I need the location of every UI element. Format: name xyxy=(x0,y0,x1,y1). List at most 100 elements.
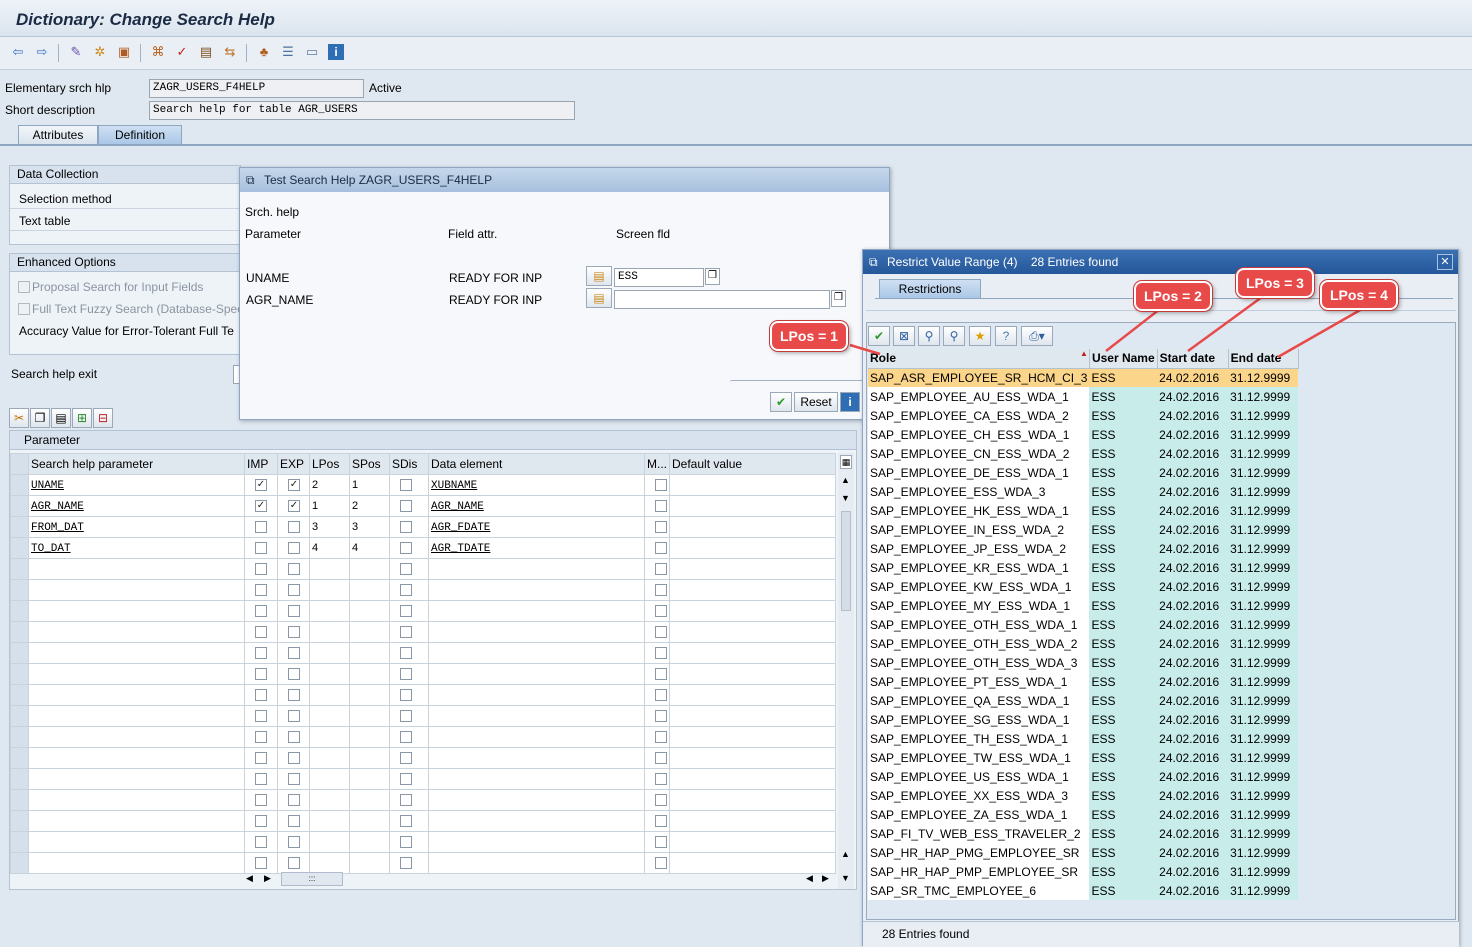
parameter-name-cell[interactable] xyxy=(28,852,245,874)
imp-checkbox[interactable] xyxy=(255,668,267,680)
lpos-cell[interactable] xyxy=(309,726,350,748)
m-checkbox[interactable] xyxy=(655,626,667,638)
agr-name-expand-icon[interactable]: ❐ xyxy=(831,290,846,307)
user-name-cell[interactable]: ESS xyxy=(1089,368,1158,387)
spos-cell[interactable]: 4 xyxy=(349,537,390,559)
sdis-checkbox[interactable] xyxy=(400,542,412,554)
start-date-cell[interactable]: 24.02.2016 xyxy=(1157,577,1229,596)
m-checkbox[interactable] xyxy=(655,815,667,827)
start-date-cell[interactable]: 24.02.2016 xyxy=(1157,463,1229,482)
result-row[interactable]: SAP_EMPLOYEE_OTH_ESS_WDA_2 ESS 24.02.2016 3… xyxy=(868,634,1299,653)
col-m[interactable]: M... xyxy=(644,453,670,475)
user-name-cell[interactable]: ESS xyxy=(1089,501,1158,520)
result-row[interactable]: SAP_EMPLOYEE_JP_ESS_WDA_2 ESS 24.02.2016 31… xyxy=(868,539,1299,558)
parameter-name-cell[interactable] xyxy=(28,768,245,790)
col-default-value[interactable]: Default value xyxy=(669,453,836,475)
spos-cell[interactable] xyxy=(349,600,390,622)
sdis-checkbox[interactable] xyxy=(400,689,412,701)
row-selector[interactable] xyxy=(10,621,29,643)
user-name-cell[interactable]: ESS xyxy=(1089,653,1158,672)
start-date-cell[interactable]: 24.02.2016 xyxy=(1157,824,1229,843)
data-element-cell[interactable] xyxy=(428,810,645,832)
default-value-cell[interactable] xyxy=(669,537,836,559)
exp-checkbox[interactable] xyxy=(288,584,300,596)
uname-value-help-icon[interactable]: ▤ xyxy=(586,266,612,286)
default-value-cell[interactable] xyxy=(669,600,836,622)
m-checkbox[interactable] xyxy=(655,794,667,806)
role-cell[interactable]: SAP_EMPLOYEE_AU_ESS_WDA_1 xyxy=(868,387,1090,406)
role-cell[interactable]: SAP_EMPLOYEE_OTH_ESS_WDA_2 xyxy=(868,634,1090,653)
exp-checkbox[interactable]: ✓ xyxy=(288,500,300,512)
lpos-cell[interactable] xyxy=(309,705,350,727)
sdis-checkbox[interactable] xyxy=(400,668,412,680)
user-name-cell[interactable]: ESS xyxy=(1089,634,1158,653)
user-name-cell[interactable]: ESS xyxy=(1089,862,1158,881)
sdis-checkbox[interactable] xyxy=(400,626,412,638)
end-date-cell[interactable]: 31.12.9999 xyxy=(1228,463,1299,482)
data-element-cell[interactable]: AGR_TDATE xyxy=(428,537,645,559)
sdis-checkbox[interactable] xyxy=(400,836,412,848)
start-date-cell[interactable]: 24.02.2016 xyxy=(1157,387,1229,406)
scroll-up-page-icon[interactable]: ▼ xyxy=(841,493,850,503)
horizontal-scroll-thumb[interactable]: ::: xyxy=(281,872,343,886)
scroll-right-icon[interactable]: ▶ xyxy=(264,873,271,884)
short-description-field[interactable]: Search help for table AGR_USERS xyxy=(149,101,575,120)
imp-checkbox[interactable] xyxy=(255,794,267,806)
sdis-checkbox[interactable] xyxy=(400,773,412,785)
tab-attributes[interactable]: Attributes xyxy=(18,125,98,145)
parameter-name[interactable]: FROM_DAT xyxy=(31,522,84,534)
data-element[interactable]: XUBNAME xyxy=(431,480,477,492)
imp-checkbox[interactable]: ✓ xyxy=(255,479,267,491)
end-date-cell[interactable]: 31.12.9999 xyxy=(1228,368,1299,387)
lpos-cell[interactable] xyxy=(309,663,350,685)
role-cell[interactable]: SAP_EMPLOYEE_CA_ESS_WDA_2 xyxy=(868,406,1090,425)
exp-checkbox[interactable] xyxy=(288,752,300,764)
row-selector[interactable] xyxy=(10,726,29,748)
parameter-name-cell[interactable] xyxy=(28,663,245,685)
spos-cell[interactable] xyxy=(349,684,390,706)
default-value-cell[interactable] xyxy=(669,516,836,538)
end-date-cell[interactable]: 31.12.9999 xyxy=(1228,824,1299,843)
parameter-name-cell[interactable] xyxy=(28,810,245,832)
end-date-cell[interactable]: 31.12.9999 xyxy=(1228,634,1299,653)
result-row[interactable]: SAP_HR_HAP_PMG_EMPLOYEE_SR ESS 24.02.2016 3… xyxy=(868,843,1299,862)
exp-checkbox[interactable] xyxy=(288,626,300,638)
sdis-checkbox[interactable] xyxy=(400,521,412,533)
tab-definition[interactable]: Definition xyxy=(98,125,182,145)
parameter-name-cell[interactable] xyxy=(28,600,245,622)
start-date-cell[interactable]: 24.02.2016 xyxy=(1157,862,1229,881)
end-date-cell[interactable]: 31.12.9999 xyxy=(1228,691,1299,710)
lpos-cell[interactable]: 4 xyxy=(309,537,350,559)
default-value-cell[interactable] xyxy=(669,621,836,643)
result-row[interactable]: SAP_EMPLOYEE_KW_ESS_WDA_1 ESS 24.02.2016 31… xyxy=(868,577,1299,596)
lpos-cell[interactable] xyxy=(309,684,350,706)
parameter-name[interactable]: UNAME xyxy=(31,480,64,492)
row-selector[interactable] xyxy=(10,558,29,580)
spos-cell[interactable] xyxy=(349,621,390,643)
info-icon[interactable]: i xyxy=(328,44,344,60)
result-row[interactable]: SAP_FI_TV_WEB_ESS_TRAVELER_2 ESS 24.02.201… xyxy=(868,824,1299,843)
row-selector[interactable] xyxy=(10,789,29,811)
parameter-name-cell[interactable]: UNAME xyxy=(28,474,245,496)
col-role[interactable]: Role ▲ xyxy=(868,349,1090,369)
exp-checkbox[interactable] xyxy=(288,668,300,680)
result-row[interactable]: SAP_EMPLOYEE_HK_ESS_WDA_1 ESS 24.02.2016 31… xyxy=(868,501,1299,520)
data-element-cell[interactable] xyxy=(428,621,645,643)
sdis-checkbox[interactable] xyxy=(400,815,412,827)
scroll-down-icon[interactable]: ▼ xyxy=(841,873,850,883)
vertical-scrollbar[interactable]: ▦ ▲ ▼ ▲ ▼ xyxy=(838,453,854,889)
end-date-cell[interactable]: 31.12.9999 xyxy=(1228,672,1299,691)
parameter-name-cell[interactable] xyxy=(28,789,245,811)
m-checkbox[interactable] xyxy=(655,647,667,659)
exp-checkbox[interactable] xyxy=(288,521,300,533)
col-spos[interactable]: SPos xyxy=(349,453,390,475)
m-checkbox[interactable] xyxy=(655,500,667,512)
user-name-cell[interactable]: ESS xyxy=(1089,387,1158,406)
spos-cell[interactable]: 3 xyxy=(349,516,390,538)
result-row[interactable]: SAP_EMPLOYEE_US_ESS_WDA_1 ESS 24.02.2016 31… xyxy=(868,767,1299,786)
choose-check-icon[interactable]: ✔ xyxy=(868,326,890,346)
col-end-date[interactable]: End date xyxy=(1228,349,1299,369)
sdis-checkbox[interactable] xyxy=(400,563,412,575)
spos-cell[interactable] xyxy=(349,852,390,874)
data-element-cell[interactable]: XUBNAME xyxy=(428,474,645,496)
